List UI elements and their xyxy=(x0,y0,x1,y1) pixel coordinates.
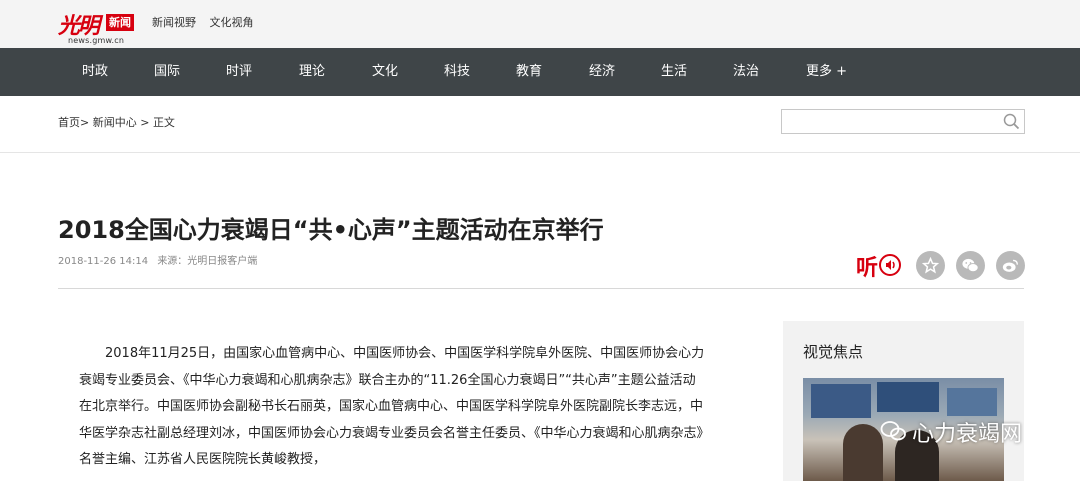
watermark-text: 心力衰竭网 xyxy=(912,422,1023,447)
nav-item-politics[interactable]: 时政 xyxy=(82,48,108,96)
search-box xyxy=(781,109,1025,134)
speaker-icon xyxy=(879,254,901,276)
article-meta: 2018-11-26 14:14 来源：光明日报客户端 xyxy=(58,252,263,267)
weibo-icon xyxy=(1002,259,1018,272)
nav-item-technology[interactable]: 科技 xyxy=(444,48,470,96)
nav-item-international[interactable]: 国际 xyxy=(154,48,180,96)
listen-button[interactable]: 听 xyxy=(856,250,902,281)
breadcrumb-sep: > xyxy=(140,116,150,129)
nav-item-law[interactable]: 法治 xyxy=(733,48,759,96)
article-title: 2018全国心力衰竭日“共•心声”主题活动在京举行 xyxy=(58,216,604,244)
nav-item-theory[interactable]: 理论 xyxy=(299,48,325,96)
share-wechat-button[interactable] xyxy=(956,251,985,280)
article-paragraph: 2018年11月25日，由国家心血管病中心、中国医师协会、中国医学科学院阜外医院… xyxy=(79,341,707,474)
main-nav: 时政 国际 时评 理论 文化 科技 教育 经济 生活 法治 更多 + xyxy=(0,48,1080,96)
photo-detail xyxy=(877,382,939,412)
breadcrumb: 首页> 新闻中心 > 正文 xyxy=(58,114,175,130)
top-bar: 光明 新闻 news.gmw.cn 新闻视野 文化视角 xyxy=(0,0,1080,48)
breadcrumb-sep: > xyxy=(80,116,90,129)
logo-domain: news.gmw.cn xyxy=(68,36,125,45)
photo-detail xyxy=(843,424,883,481)
breadcrumb-home[interactable]: 首页 xyxy=(58,116,80,129)
nav-item-economy[interactable]: 经济 xyxy=(589,48,615,96)
nav-item-commentary[interactable]: 时评 xyxy=(226,48,252,96)
photo-detail xyxy=(811,384,871,418)
logo-news-box: 新闻 xyxy=(106,14,134,31)
search-input[interactable] xyxy=(786,110,1000,133)
article-paragraph-text: 2018年11月25日，由国家心血管病中心、中国医师协会、中国医学科学院阜外医院… xyxy=(79,346,705,467)
photo-detail xyxy=(947,388,997,416)
nav-item-more[interactable]: 更多 + xyxy=(806,48,847,96)
header-divider xyxy=(0,152,1080,153)
breadcrumb-current: 正文 xyxy=(152,116,175,129)
site-logo[interactable]: 光明 新闻 news.gmw.cn xyxy=(58,8,138,46)
wechat-icon xyxy=(962,258,979,273)
article-divider xyxy=(58,288,1024,289)
search-icon[interactable] xyxy=(1003,113,1020,134)
listen-label: 听 xyxy=(856,256,879,281)
top-links: 新闻视野 文化视角 xyxy=(152,14,264,30)
sidebar-title: 视觉焦点 xyxy=(803,343,864,361)
nav-item-life[interactable]: 生活 xyxy=(661,48,687,96)
star-icon xyxy=(922,257,939,274)
top-link-news-vision[interactable]: 新闻视野 xyxy=(152,16,196,29)
breadcrumb-section[interactable]: 新闻中心 xyxy=(93,116,137,129)
share-weibo-button[interactable] xyxy=(996,251,1025,280)
nav-item-culture[interactable]: 文化 xyxy=(372,48,398,96)
nav-item-education[interactable]: 教育 xyxy=(516,48,542,96)
article-source: 来源：光明日报客户端 xyxy=(157,256,258,267)
watermark-wechat-icon xyxy=(880,421,906,441)
favorite-button[interactable] xyxy=(916,251,945,280)
top-link-culture-vision[interactable]: 文化视角 xyxy=(210,16,254,29)
article-datetime: 2018-11-26 14:14 xyxy=(58,256,149,267)
sidebar-visual-focus: 视觉焦点 xyxy=(783,321,1024,481)
